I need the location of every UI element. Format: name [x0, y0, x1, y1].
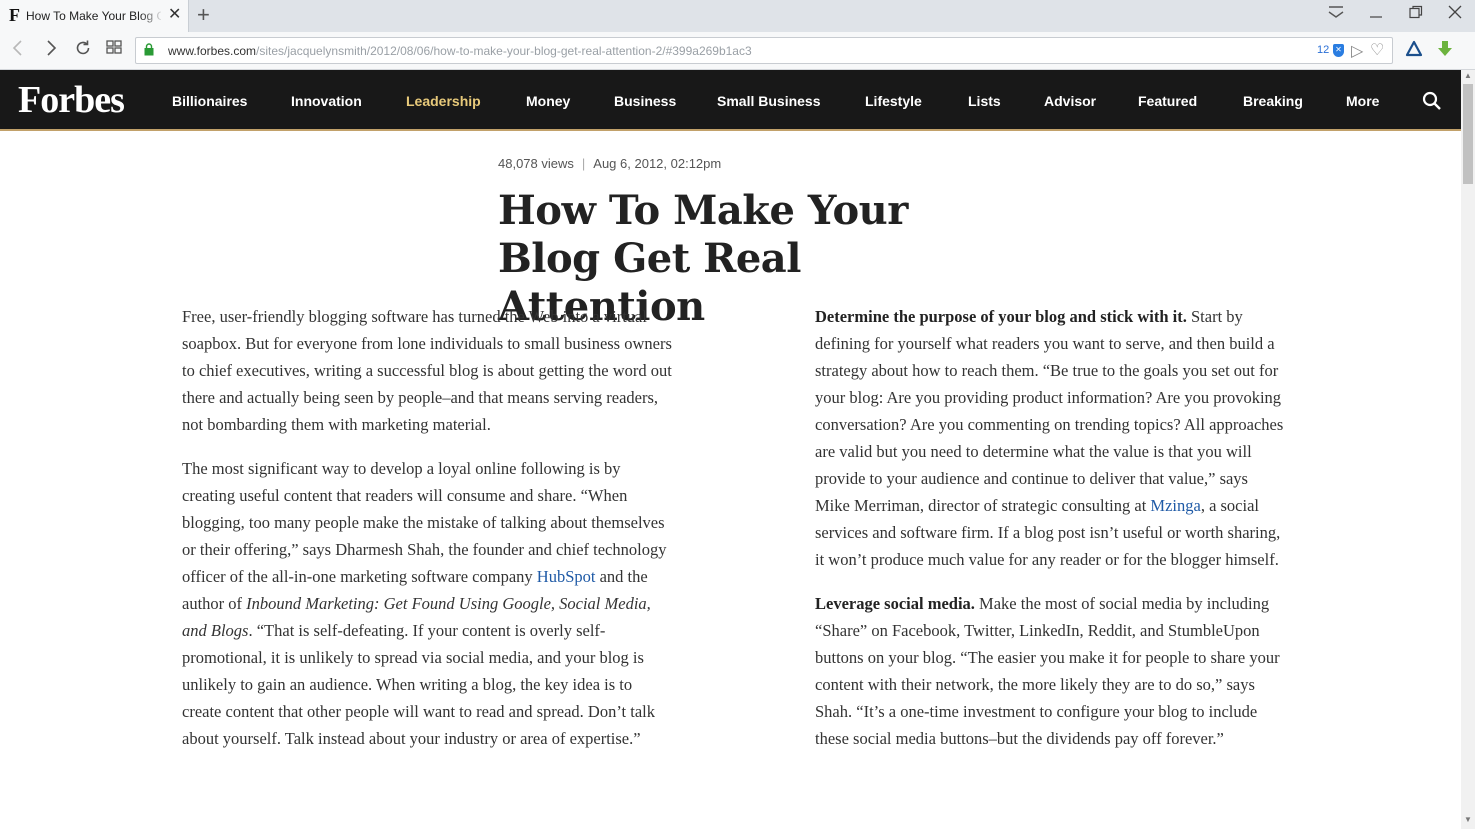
nav-leadership[interactable]: Leadership [406, 93, 481, 109]
nav-business[interactable]: Business [614, 93, 676, 109]
minimize-icon[interactable] [1369, 5, 1383, 25]
paragraph-text: Make the most of social media by includi… [815, 594, 1280, 748]
paragraph: The most significant way to develop a lo… [182, 455, 674, 752]
lock-icon [144, 43, 154, 56]
url-text: www.forbes.com/sites/jacquelynsmith/2012… [168, 44, 752, 58]
extension-icon[interactable] [1405, 40, 1423, 62]
tab-title-fade [140, 4, 164, 28]
heart-icon[interactable]: ♡ [1370, 40, 1384, 60]
send-icon[interactable]: ▷ [1351, 41, 1363, 61]
nav-lists[interactable]: Lists [968, 93, 1001, 109]
forbes-logo[interactable]: Forbes [18, 78, 125, 122]
view-count: 48,078 views [498, 156, 574, 171]
new-tab-icon[interactable]: + [197, 3, 210, 27]
address-toolbar: www.forbes.com/sites/jacquelynsmith/2012… [0, 32, 1475, 70]
article-meta: 48,078 views | Aug 6, 2012, 02:12pm [498, 156, 721, 171]
title-line-1: How To Make Your [498, 187, 908, 234]
publish-date: Aug 6, 2012, 02:12pm [593, 156, 722, 171]
menu-icon[interactable] [1328, 5, 1344, 25]
download-icon[interactable] [1437, 40, 1453, 64]
back-icon[interactable] [11, 39, 25, 61]
site-navigation: Forbes Billionaires Innovation Leadershi… [0, 70, 1461, 131]
meta-separator: | [581, 156, 586, 171]
paragraph-text: Start by defining for yourself what read… [815, 307, 1284, 515]
nav-advisor[interactable]: Advisor [1044, 93, 1096, 109]
mzinga-link[interactable]: Mzinga [1150, 496, 1200, 515]
browser-tab[interactable]: F How To Make Your Blog Get Real Attenti… [0, 0, 189, 32]
nav-featured[interactable]: Featured [1138, 93, 1197, 109]
scroll-down-icon[interactable]: ▼ [1464, 815, 1472, 824]
address-bar[interactable]: www.forbes.com/sites/jacquelynsmith/2012… [135, 37, 1393, 64]
nav-small-business[interactable]: Small Business [717, 93, 821, 109]
nav-more[interactable]: More [1346, 93, 1379, 109]
nav-lifestyle[interactable]: Lifestyle [865, 93, 922, 109]
close-window-icon[interactable] [1448, 5, 1462, 25]
scroll-up-icon[interactable]: ▲ [1464, 71, 1472, 80]
forbes-favicon-icon: F [9, 5, 20, 25]
shield-icon[interactable]: ✕ [1333, 44, 1344, 57]
hubspot-link[interactable]: HubSpot [537, 567, 596, 586]
paragraph: Free, user-friendly blogging software ha… [182, 307, 672, 434]
close-tab-icon[interactable]: ✕ [168, 6, 181, 24]
paragraph-text: . “That is self-defeating. If your conte… [182, 621, 655, 748]
restore-icon[interactable] [1409, 5, 1423, 25]
nav-billionaires[interactable]: Billionaires [172, 93, 247, 109]
tab-bar: F How To Make Your Blog Get Real Attenti… [0, 0, 1475, 32]
reload-icon[interactable] [74, 39, 92, 61]
article-column-left: Free, user-friendly blogging software ha… [182, 303, 674, 769]
url-host: www.forbes.com [168, 44, 257, 58]
grid-icon[interactable] [106, 39, 122, 59]
forward-icon[interactable] [44, 39, 58, 61]
section-heading: Determine the purpose of your blog and s… [815, 307, 1187, 326]
scroll-thumb[interactable] [1463, 84, 1473, 184]
url-path: /sites/jacquelynsmith/2012/08/06/how-to-… [256, 44, 752, 58]
search-icon[interactable] [1422, 91, 1442, 111]
paragraph: Leverage social media. Make the most of … [815, 590, 1285, 752]
paragraph: Determine the purpose of your blog and s… [815, 303, 1285, 573]
article-column-right: Determine the purpose of your blog and s… [815, 303, 1285, 769]
nav-money[interactable]: Money [526, 93, 570, 109]
section-heading: Leverage social media. [815, 594, 975, 613]
page-scrollbar[interactable]: ▲ ▼ [1461, 70, 1475, 829]
tracker-count-badge[interactable]: 12 [1317, 44, 1329, 56]
nav-breaking[interactable]: Breaking [1243, 93, 1303, 109]
nav-innovation[interactable]: Innovation [291, 93, 362, 109]
